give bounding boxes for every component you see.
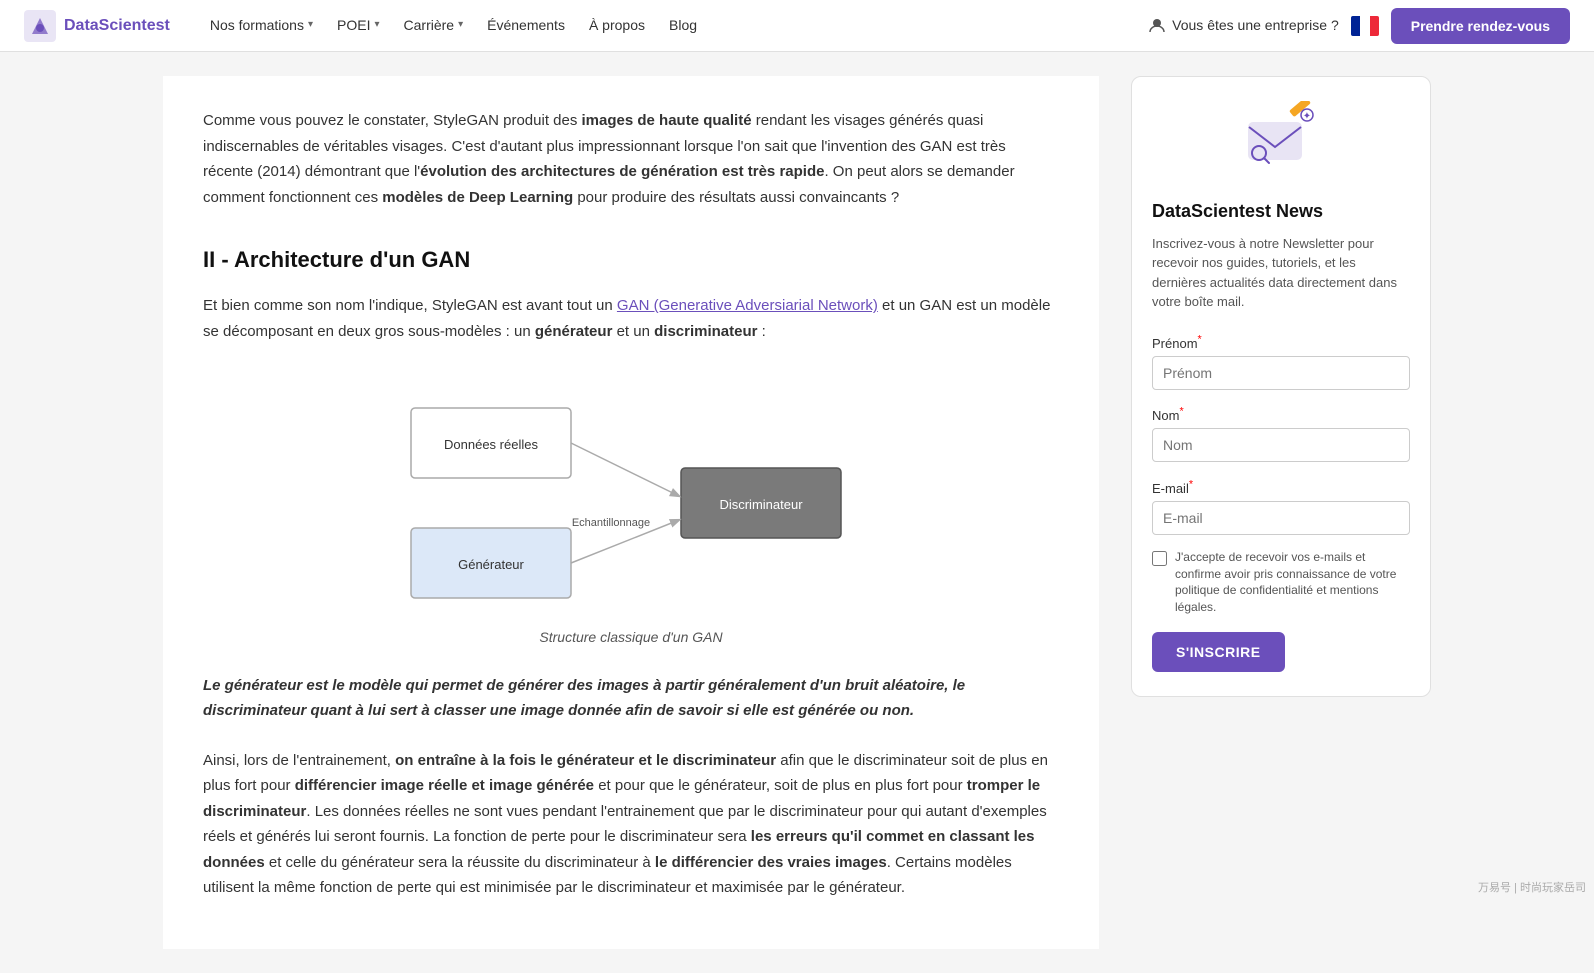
cta-button[interactable]: Prendre rendez-vous (1391, 8, 1570, 44)
main-content: Comme vous pouvez le constater, StyleGAN… (163, 76, 1099, 949)
nav-label-blog: Blog (669, 14, 697, 36)
navbar-right: Vous êtes une entreprise ? Prendre rende… (1148, 8, 1570, 44)
nav-label-poei: POEI (337, 14, 370, 36)
nav-item-blog[interactable]: Blog (661, 10, 705, 40)
logo-icon (24, 10, 56, 42)
nav-item-formations[interactable]: Nos formations ▾ (202, 10, 321, 40)
nav-item-evenements[interactable]: Événements (479, 10, 573, 40)
nom-label: Nom* (1152, 408, 1184, 423)
svg-text:Données réelles: Données réelles (444, 437, 538, 452)
nav-links: Nos formations ▾ POEI ▾ Carrière ▾ Événe… (202, 10, 705, 40)
diagram-wrapper: Données réelles Générateur Discriminateu… (203, 368, 1059, 648)
navbar-left: DataScientest Nos formations ▾ POEI ▾ Ca… (24, 10, 705, 42)
sidebar-card: ✦ DataScientest News Inscrivez-vous à no… (1131, 76, 1431, 697)
email-label: E-mail* (1152, 481, 1193, 496)
gan-diagram: Données réelles Générateur Discriminateu… (381, 368, 881, 618)
nav-label-evenements: Événements (487, 14, 565, 36)
sidebar: ✦ DataScientest News Inscrivez-vous à no… (1131, 76, 1431, 949)
page-wrapper: Comme vous pouvez le constater, StyleGAN… (147, 52, 1447, 973)
chevron-down-icon: ▾ (458, 17, 463, 33)
prenom-input[interactable] (1152, 356, 1410, 390)
nav-item-apropos[interactable]: À propos (581, 10, 653, 40)
newsletter-icon: ✦ (1241, 101, 1321, 181)
article-intro: Comme vous pouvez le constater, StyleGAN… (203, 108, 1059, 210)
section-heading: II - Architecture d'un GAN (203, 242, 1059, 277)
chevron-down-icon: ▾ (374, 17, 379, 33)
checkbox-row: J'accepte de recevoir vos e-mails et con… (1152, 549, 1410, 616)
watermark: 万易号 | 时尚玩家岳司 (1478, 880, 1586, 898)
consent-checkbox[interactable] (1152, 551, 1167, 566)
enterprise-icon (1148, 16, 1166, 34)
article-body-2: Ainsi, lors de l'entrainement, on entraî… (203, 748, 1059, 901)
email-input[interactable] (1152, 501, 1410, 535)
sidebar-desc: Inscrivez-vous à notre Newsletter pour r… (1152, 234, 1410, 312)
article-callout: Le générateur est le modèle qui permet d… (203, 673, 1059, 724)
nom-input[interactable] (1152, 428, 1410, 462)
logo[interactable]: DataScientest (24, 10, 170, 42)
article-body-1: Et bien comme son nom l'indique, StyleGA… (203, 293, 1059, 344)
enterprise-label: Vous êtes une entreprise ? (1172, 14, 1339, 36)
svg-text:Générateur: Générateur (458, 557, 524, 572)
chevron-down-icon: ▾ (308, 17, 313, 33)
nav-label-carriere: Carrière (404, 14, 455, 36)
svg-text:✦: ✦ (1303, 111, 1311, 122)
diagram-caption: Structure classique d'un GAN (539, 626, 722, 648)
nav-item-poei[interactable]: POEI ▾ (329, 10, 388, 40)
nav-label-formations: Nos formations (210, 14, 304, 36)
consent-label: J'accepte de recevoir vos e-mails et con… (1175, 549, 1410, 616)
nav-label-apropos: À propos (589, 14, 645, 36)
flag-icon[interactable] (1351, 16, 1379, 36)
nav-item-carriere[interactable]: Carrière ▾ (396, 10, 472, 40)
svg-text:Discriminateur: Discriminateur (719, 497, 803, 512)
gan-link[interactable]: GAN (Generative Adversiarial Network) (617, 297, 878, 314)
submit-button[interactable]: S'INSCRIRE (1152, 632, 1285, 672)
sidebar-icon-area: ✦ (1152, 101, 1410, 181)
navbar: DataScientest Nos formations ▾ POEI ▾ Ca… (0, 0, 1594, 52)
prenom-label: Prénom* (1152, 336, 1202, 351)
svg-text:Echantillonnage: Echantillonnage (572, 517, 650, 529)
logo-text: DataScientest (64, 13, 170, 39)
newsletter-form: Prénom* Nom* E-mail* J'accepte de recevo… (1152, 332, 1410, 672)
enterprise-link[interactable]: Vous êtes une entreprise ? (1148, 14, 1339, 36)
sidebar-title: DataScientest News (1152, 197, 1410, 226)
